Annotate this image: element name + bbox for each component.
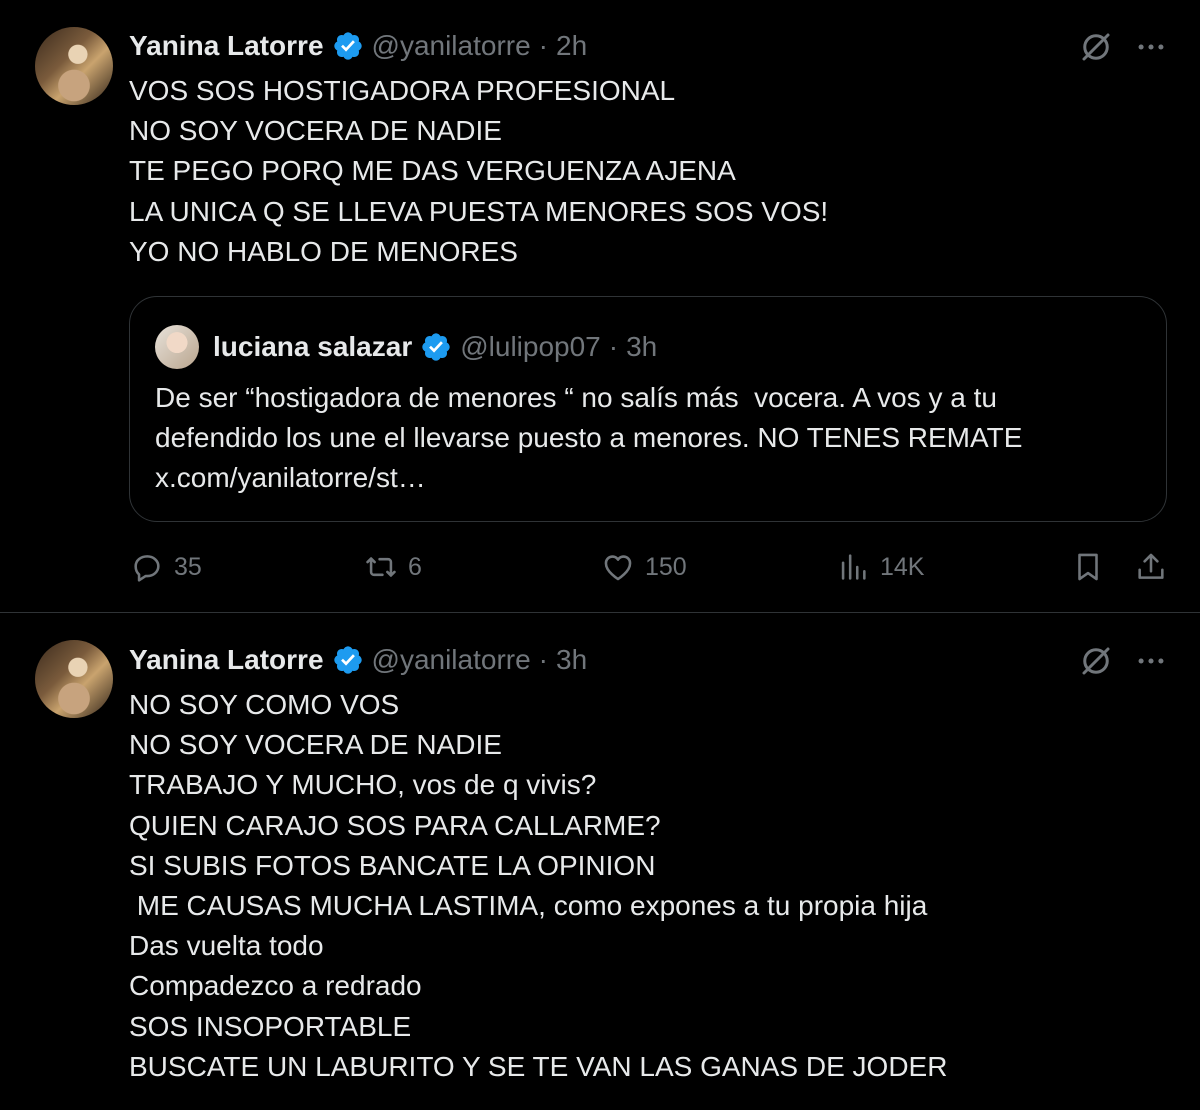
quote-author-handle[interactable]: @lulipop07 xyxy=(460,331,601,363)
verified-badge-icon[interactable] xyxy=(332,30,364,62)
repost-count: 6 xyxy=(408,552,422,581)
like-button[interactable]: 150 xyxy=(601,550,687,584)
tweet-text-line: Das vuelta todo xyxy=(129,930,324,962)
tweet-text-line: NO SOY COMO VOS xyxy=(129,689,400,720)
repost-icon xyxy=(366,557,396,577)
reply-button[interactable]: 35 xyxy=(130,550,202,584)
tweet-time[interactable]: 2h xyxy=(556,30,587,62)
tweet-text-line: ME CAUSAS MUCHA LASTIMA, como expones a … xyxy=(129,889,928,921)
tweet-text-line: NO SOY VOCERA DE NADIE xyxy=(129,729,502,761)
tweet-header: Yanina Latorre @yanilatorre · 2h xyxy=(129,26,587,66)
author-avatar[interactable] xyxy=(35,27,113,105)
author-name[interactable]: Yanina Latorre xyxy=(129,644,324,676)
action-bar: 35 6 150 14K xyxy=(0,550,1200,594)
tweet-text: NO SOY COMO VOS NO SOY VOCERA DE NADIE T… xyxy=(129,685,947,1087)
tweet[interactable]: Yanina Latorre @yanilatorre · 2h VOS SOS… xyxy=(0,0,1200,613)
tweet-text-line: TE PEGO PORQ ME DAS VERGUENZA AJENA xyxy=(129,155,736,187)
quote-text: De ser “hostigadora de menores “ no salí… xyxy=(155,378,1022,499)
tweet-text-line: LA UNICA Q SE LLEVA PUESTA MENORES SOS V… xyxy=(129,195,829,227)
tweet-text-line: TRABAJO Y MUCHO, vos de q vivis? xyxy=(129,769,597,801)
verified-badge-icon[interactable] xyxy=(420,331,452,363)
author-handle[interactable]: @yanilatorre xyxy=(372,644,531,676)
tweet-text-line: VOS SOS HOSTIGADORA PROFESIONAL xyxy=(129,75,676,106)
tweet-text-line: QUIEN CARAJO SOS PARA CALLARME? xyxy=(129,809,661,841)
tweet[interactable]: Yanina Latorre @yanilatorre · 3h NO SOY … xyxy=(0,613,1200,1110)
grok-icon[interactable] xyxy=(1078,643,1114,679)
bookmark-button[interactable] xyxy=(1071,550,1105,584)
like-count: 150 xyxy=(645,552,687,581)
tweet-text-line: Compadezco a redrado xyxy=(129,970,422,1002)
separator: · xyxy=(538,30,548,61)
more-icon[interactable] xyxy=(1134,644,1168,678)
author-avatar[interactable] xyxy=(35,640,113,718)
tweet-time[interactable]: 3h xyxy=(556,644,587,676)
more-icon[interactable] xyxy=(1134,30,1168,64)
quoted-tweet[interactable]: luciana salazar @lulipop07 · 3h De ser “… xyxy=(129,296,1167,522)
separator: · xyxy=(538,644,548,675)
like-icon xyxy=(604,555,632,581)
quote-text-line: defendido los une el llevarse puesto a m… xyxy=(155,422,1023,454)
quote-author-avatar[interactable] xyxy=(155,325,199,369)
reply-count: 35 xyxy=(174,552,202,581)
quote-author-name[interactable]: luciana salazar xyxy=(213,331,412,363)
bookmark-icon xyxy=(1078,553,1098,581)
verified-badge-icon[interactable] xyxy=(332,644,364,676)
tweet-text-line: SI SUBIS FOTOS BANCATE LA OPINION xyxy=(129,849,656,881)
tweet-text-line: YO NO HABLO DE MENORES xyxy=(129,235,518,267)
tweet-text: VOS SOS HOSTIGADORA PROFESIONAL NO SOY V… xyxy=(129,71,828,272)
quote-time[interactable]: 3h xyxy=(626,331,657,363)
views-button[interactable]: 14K xyxy=(836,550,924,584)
tweet-text-line: BUSCATE UN LABURITO Y SE TE VAN LAS GANA… xyxy=(129,1050,948,1082)
share-button[interactable] xyxy=(1134,550,1168,584)
views-count: 14K xyxy=(880,552,925,581)
tweet-text-line: SOS INSOPORTABLE xyxy=(129,1010,412,1042)
tweet-header: Yanina Latorre @yanilatorre · 3h xyxy=(129,640,587,680)
share-icon xyxy=(1138,553,1164,579)
tweet-text-line: NO SOY VOCERA DE NADIE xyxy=(129,115,502,147)
quote-header: luciana salazar @lulipop07 · 3h xyxy=(213,327,657,367)
repost-button[interactable]: 6 xyxy=(364,550,422,584)
author-handle[interactable]: @yanilatorre xyxy=(372,30,531,62)
author-name[interactable]: Yanina Latorre xyxy=(129,30,324,62)
grok-icon[interactable] xyxy=(1078,29,1114,65)
reply-icon xyxy=(134,555,160,582)
quote-link[interactable]: x.com/yanilatorre/st… xyxy=(155,458,1022,498)
quote-text-line: De ser “hostigadora de menores “ no salí… xyxy=(155,382,997,413)
separator: · xyxy=(608,331,619,362)
views-icon xyxy=(841,554,866,580)
